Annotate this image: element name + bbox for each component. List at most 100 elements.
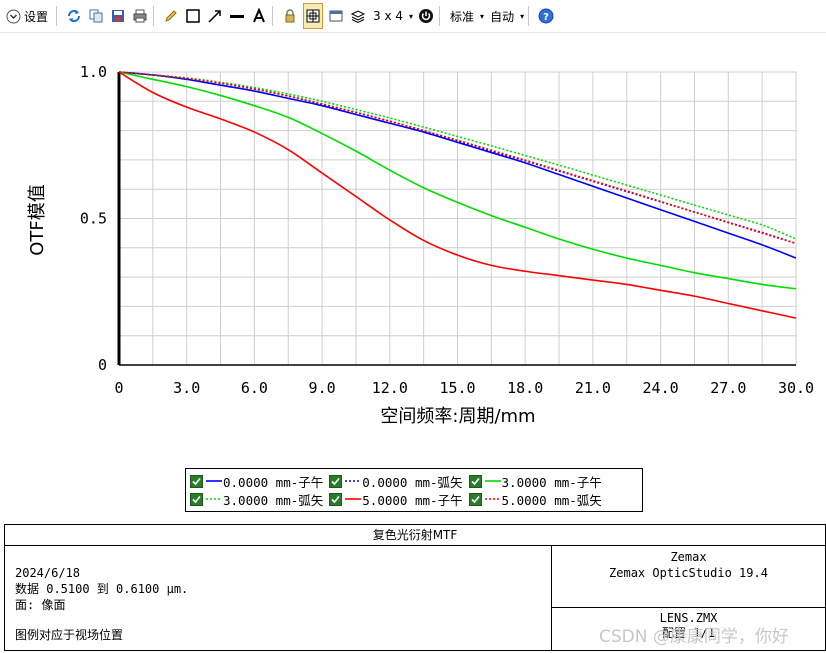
legend-note: 图例对应于视场位置 bbox=[15, 628, 124, 642]
legend-item[interactable]: 3.0000 mm-子午 bbox=[468, 472, 602, 491]
legend-label: 5.0000 mm-子午 bbox=[362, 492, 463, 508]
toolbar-separator bbox=[528, 6, 530, 26]
legend-item[interactable]: 3.0000 mm-弧矢 bbox=[190, 490, 323, 509]
grid-layout-button[interactable] bbox=[303, 3, 324, 29]
toolbar-separator bbox=[153, 6, 155, 26]
y-axis-label: OTF模值 bbox=[27, 184, 48, 256]
x-tick-labels: 0 3.0 6.0 9.0 12.0 15.0 18.0 21.0 24.0 27.0 30.0 bbox=[114, 379, 814, 397]
toolbar-separator bbox=[272, 6, 274, 26]
y-tick-labels: 0 0.5 1.0 bbox=[80, 63, 107, 374]
info-divider bbox=[551, 607, 825, 608]
checkbox-icon bbox=[329, 474, 343, 488]
legend-swatch-dotted-red bbox=[484, 498, 501, 500]
rectangle-icon bbox=[184, 7, 202, 25]
standard-label: 标准 bbox=[450, 9, 475, 24]
x-tick-label: 18.0 bbox=[507, 379, 543, 397]
layout-dropdown[interactable]: 3 x 4 ▾ bbox=[371, 4, 413, 28]
chart-legend: 0.0000 mm-子午 0.0000 mm-弧矢 3.0000 mm-子午 3… bbox=[185, 468, 643, 512]
toolbar-separator bbox=[56, 6, 58, 26]
checkbox-icon bbox=[468, 474, 482, 488]
lock-button[interactable] bbox=[281, 4, 299, 28]
help-icon: ? bbox=[537, 7, 555, 25]
rectangle-button[interactable] bbox=[184, 4, 202, 28]
mtf-chart: 0 3.0 6.0 9.0 12.0 15.0 18.0 21.0 24.0 27.0 30.0 0… bbox=[27, 63, 814, 427]
save-icon bbox=[109, 7, 127, 25]
legend-label: 5.0000 mm-弧矢 bbox=[501, 492, 602, 508]
legend-swatch-dotted-green bbox=[206, 498, 222, 500]
wavelength-text: 数据 0.5100 到 0.6100 μm. bbox=[15, 582, 189, 596]
legend-swatch-solid-red bbox=[345, 498, 362, 500]
copy-button[interactable] bbox=[87, 4, 105, 28]
chevron-down-circle-icon bbox=[4, 7, 22, 25]
refresh-button[interactable] bbox=[65, 4, 83, 28]
pencil-icon bbox=[162, 7, 180, 25]
x-tick-label: 12.0 bbox=[372, 379, 408, 397]
y-tick-label: 0.5 bbox=[80, 210, 107, 228]
legend-label: 3.0000 mm-子午 bbox=[501, 474, 602, 490]
legend-swatch-solid-blue bbox=[206, 480, 222, 482]
window-button[interactable] bbox=[327, 4, 345, 28]
dropdown-arrow-icon: ▾ bbox=[409, 11, 414, 21]
surface-text: 面: 像面 bbox=[15, 598, 66, 612]
legend-swatch-solid-green bbox=[484, 480, 501, 482]
y-tick-label: 0 bbox=[98, 356, 107, 374]
arrow-icon bbox=[206, 7, 224, 25]
line-icon bbox=[228, 7, 246, 25]
toolbar-separator bbox=[439, 6, 441, 26]
checkbox-icon bbox=[329, 492, 343, 506]
toolbar: 设置 3 x 4 ▾ 标准 ▾ 自动 ▾ ? bbox=[0, 0, 826, 33]
text-button[interactable] bbox=[250, 4, 268, 28]
legend-item[interactable]: 0.0000 mm-子午 bbox=[190, 472, 323, 491]
x-tick-label: 21.0 bbox=[575, 379, 611, 397]
pencil-button[interactable] bbox=[162, 4, 180, 28]
printer-icon bbox=[131, 7, 149, 25]
refresh-icon bbox=[65, 7, 83, 25]
x-tick-label: 0 bbox=[114, 379, 123, 397]
line-button[interactable] bbox=[228, 4, 246, 28]
legend-label: 0.0000 mm-子午 bbox=[223, 474, 324, 490]
text-a-icon bbox=[250, 7, 268, 25]
x-tick-label: 3.0 bbox=[173, 379, 200, 397]
info-details: 2024/6/18 数据 0.5100 到 0.6100 μm. 面: 像面 bbox=[15, 565, 188, 613]
checkbox-icon bbox=[190, 492, 203, 506]
x-tick-label: 24.0 bbox=[643, 379, 679, 397]
arrow-button[interactable] bbox=[206, 4, 224, 28]
legend-item[interactable]: 5.0000 mm-弧矢 bbox=[468, 490, 602, 509]
auto-label: 自动 bbox=[490, 9, 515, 24]
legend-item[interactable]: 0.0000 mm-弧矢 bbox=[329, 472, 463, 491]
power-button[interactable] bbox=[417, 4, 435, 28]
standard-dropdown[interactable]: 标准 ▾ bbox=[448, 4, 484, 28]
x-axis-label: 空间频率:周期/mm bbox=[380, 406, 535, 427]
lock-icon bbox=[281, 7, 299, 25]
layout-label: 3 x 4 bbox=[373, 9, 404, 23]
product-text: Zemax OpticStudio 19.4 bbox=[609, 566, 768, 580]
legend-label: 0.0000 mm-弧矢 bbox=[362, 474, 463, 490]
checkbox-icon bbox=[468, 492, 482, 506]
layers-icon bbox=[349, 7, 367, 25]
save-button[interactable] bbox=[109, 4, 127, 28]
legend-row: 0.0000 mm-子午 0.0000 mm-弧矢 3.0000 mm-子午 bbox=[190, 472, 608, 490]
auto-dropdown[interactable]: 自动 ▾ bbox=[488, 4, 524, 28]
x-tick-label: 15.0 bbox=[439, 379, 475, 397]
svg-text:?: ? bbox=[543, 12, 549, 23]
analysis-title: 复色光衍射MTF bbox=[5, 525, 825, 546]
dropdown-arrow-icon: ▾ bbox=[520, 11, 525, 21]
company-text: Zemax bbox=[670, 550, 707, 564]
y-tick-label: 1.0 bbox=[80, 63, 107, 81]
x-tick-label: 27.0 bbox=[710, 379, 746, 397]
date-text: 2024/6/18 bbox=[15, 566, 81, 580]
x-tick-label: 9.0 bbox=[309, 379, 336, 397]
checkbox-icon bbox=[190, 474, 203, 488]
x-tick-label: 6.0 bbox=[241, 379, 268, 397]
print-button[interactable] bbox=[131, 4, 149, 28]
layers-button[interactable] bbox=[349, 4, 367, 28]
settings-dropdown[interactable]: 设置 bbox=[4, 4, 52, 28]
legend-row: 3.0000 mm-弧矢 5.0000 mm-子午 5.0000 mm-弧矢 bbox=[190, 490, 608, 508]
help-button[interactable]: ? bbox=[537, 4, 555, 28]
legend-label: 3.0000 mm-弧矢 bbox=[223, 492, 324, 508]
grid-layout-icon bbox=[304, 7, 322, 25]
x-tick-label: 30.0 bbox=[778, 379, 814, 397]
legend-swatch-dotted-blue bbox=[345, 480, 362, 482]
legend-item[interactable]: 5.0000 mm-子午 bbox=[329, 490, 463, 509]
software-info: Zemax Zemax OpticStudio 19.4 bbox=[552, 549, 825, 581]
